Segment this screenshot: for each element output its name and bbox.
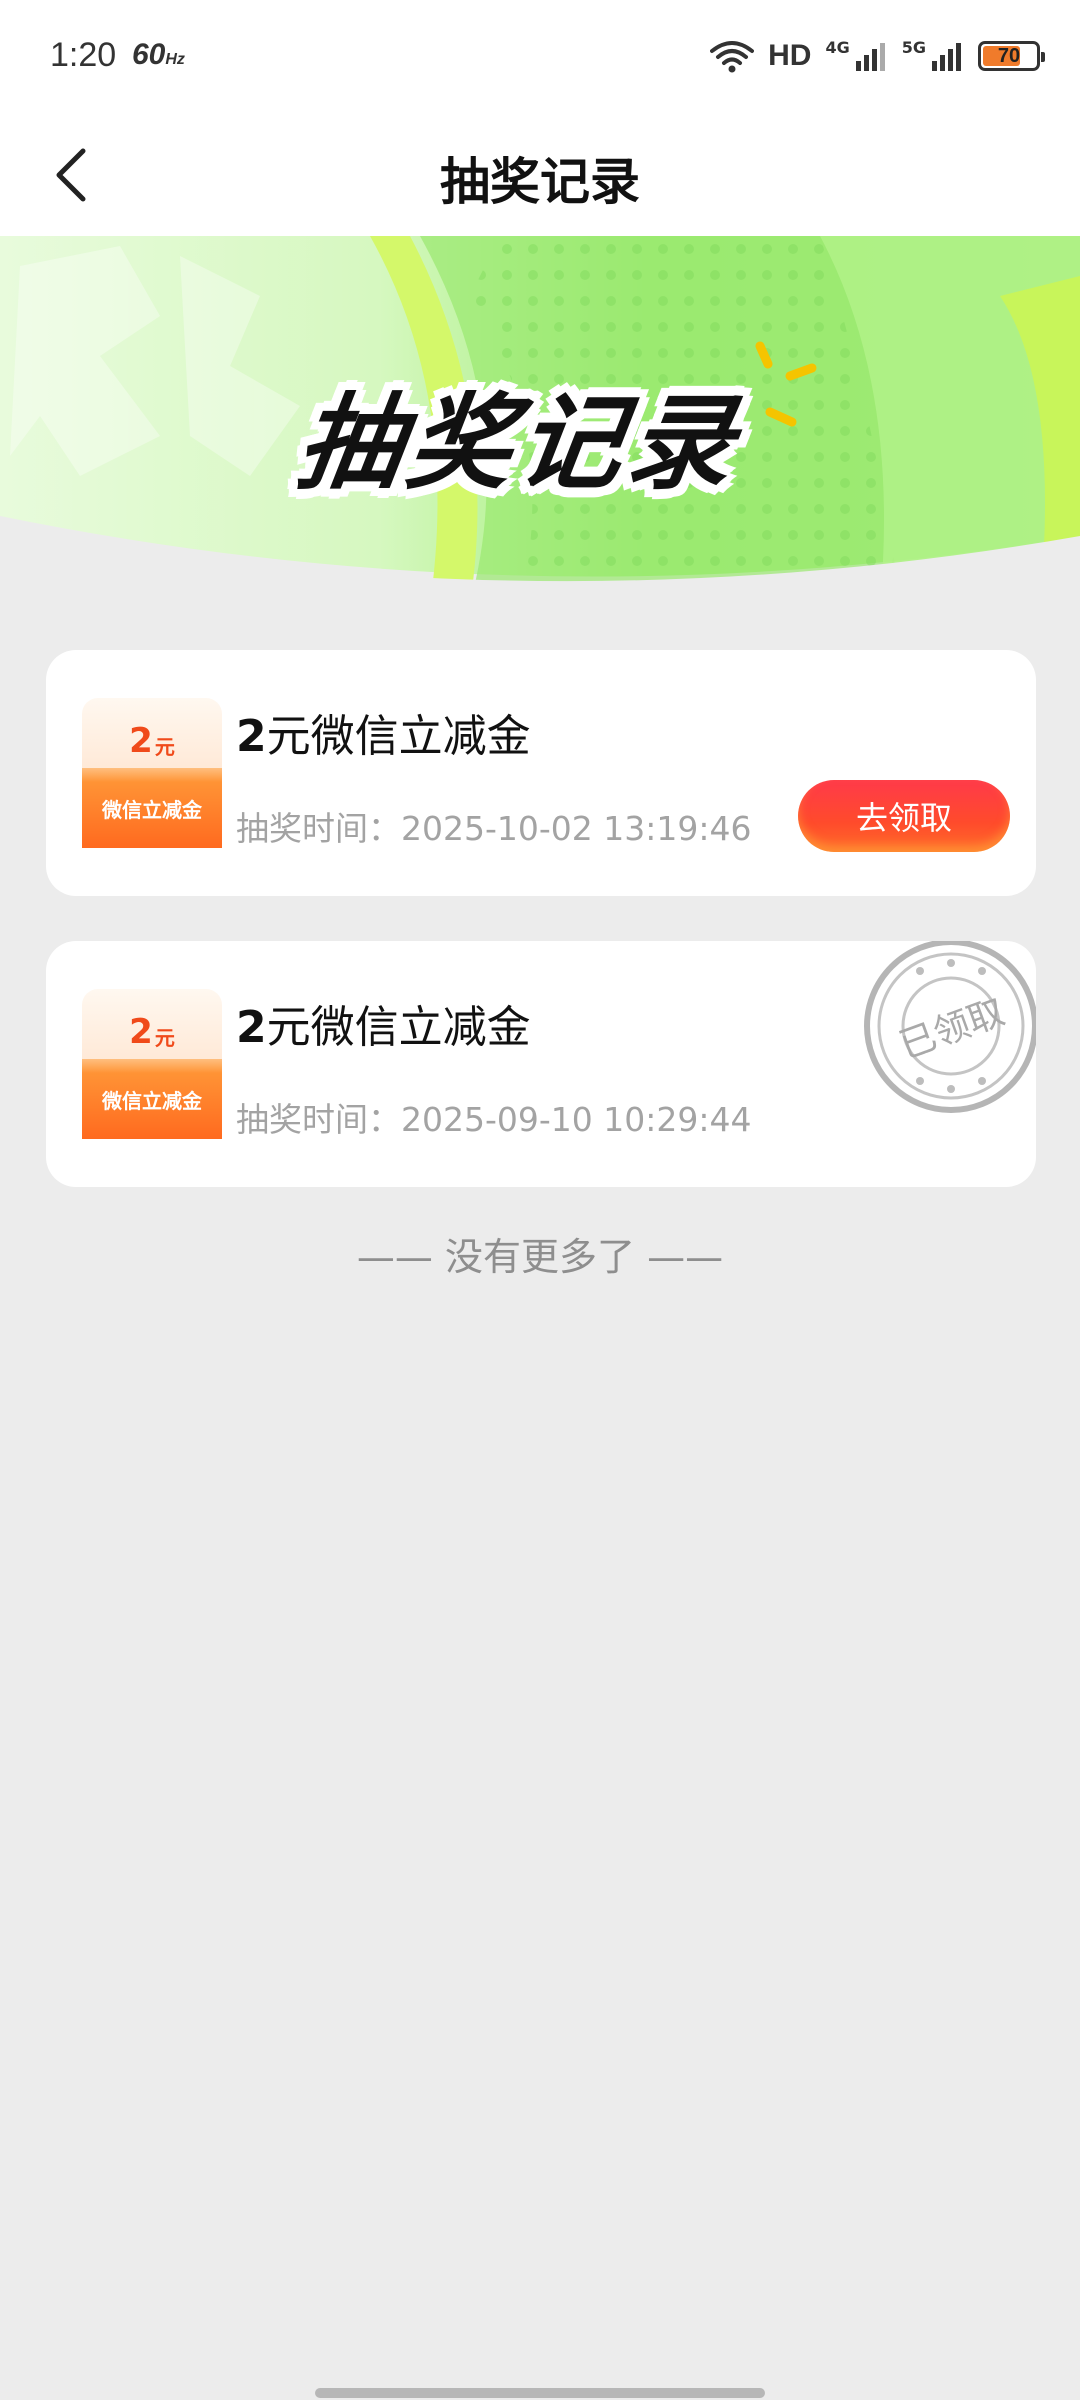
refresh-rate: 60Hz <box>132 38 185 72</box>
record-title: 2元微信立减金 <box>236 991 531 1055</box>
home-indicator[interactable] <box>315 2388 765 2398</box>
status-bar: 1:20 60Hz HD 4G 5G 70 <box>0 0 1080 112</box>
battery-icon: 70 <box>978 41 1045 71</box>
coupon-label: 微信立减金 <box>82 1059 222 1139</box>
page-title: 抽奖记录 <box>440 153 640 211</box>
coupon-amount-unit: 元 <box>154 1025 175 1050</box>
header-banner: 抽奖记录 <box>0 236 1080 604</box>
claimed-stamp: 已领取 <box>860 941 1036 1117</box>
record-time: 抽奖时间：2025-09-10 10:29:44 <box>236 1093 751 1141</box>
signal-4g-icon <box>855 43 885 71</box>
record-card: 2元 微信立减金 2元微信立减金 抽奖时间：2025-09-10 10:29:4… <box>46 941 1036 1187</box>
record-time-label: 抽奖时间： <box>236 1100 401 1139</box>
record-time: 抽奖时间：2025-10-02 13:19:46 <box>236 802 751 850</box>
record-time-value: 2025-09-10 10:29:44 <box>401 1100 752 1139</box>
coupon-amount-value: 2 <box>129 1012 153 1052</box>
record-title-text: 元微信立减金 <box>266 711 531 762</box>
status-time: 1:20 <box>50 36 117 74</box>
banner-title: 抽奖记录 <box>290 382 748 504</box>
record-card: 2元 微信立减金 2元微信立减金 抽奖时间：2025-10-02 13:19:4… <box>46 650 1036 896</box>
signal-5g-icon <box>932 43 961 71</box>
record-title: 2元微信立减金 <box>236 700 531 764</box>
record-time-value: 2025-10-02 13:19:46 <box>401 809 752 848</box>
refresh-rate-value: 60 <box>132 38 166 71</box>
coupon-thumbnail: 2元 微信立减金 <box>82 989 222 1139</box>
coupon-amount-value: 2 <box>129 721 153 761</box>
battery-level: 70 <box>997 44 1021 67</box>
record-title-amount: 2 <box>236 1002 267 1053</box>
hd-label: HD <box>768 39 812 72</box>
refresh-rate-unit: Hz <box>165 51 185 68</box>
claim-button[interactable]: 去领取 <box>798 780 1010 852</box>
no-more-text: —— 没有更多了 —— <box>356 1235 724 1279</box>
wifi-icon <box>710 41 755 73</box>
record-title-amount: 2 <box>236 711 267 762</box>
network-5g-label: 5G <box>901 38 926 57</box>
record-title-text: 元微信立减金 <box>266 1002 531 1053</box>
record-time-label: 抽奖时间： <box>236 809 401 848</box>
coupon-thumbnail: 2元 微信立减金 <box>82 698 222 848</box>
coupon-amount-unit: 元 <box>154 734 175 759</box>
status-icons: HD 4G 5G 70 <box>710 36 1045 76</box>
network-4g-label: 4G <box>825 38 850 57</box>
coupon-label: 微信立减金 <box>82 768 222 848</box>
nav-bar: 抽奖记录 <box>0 112 1080 236</box>
